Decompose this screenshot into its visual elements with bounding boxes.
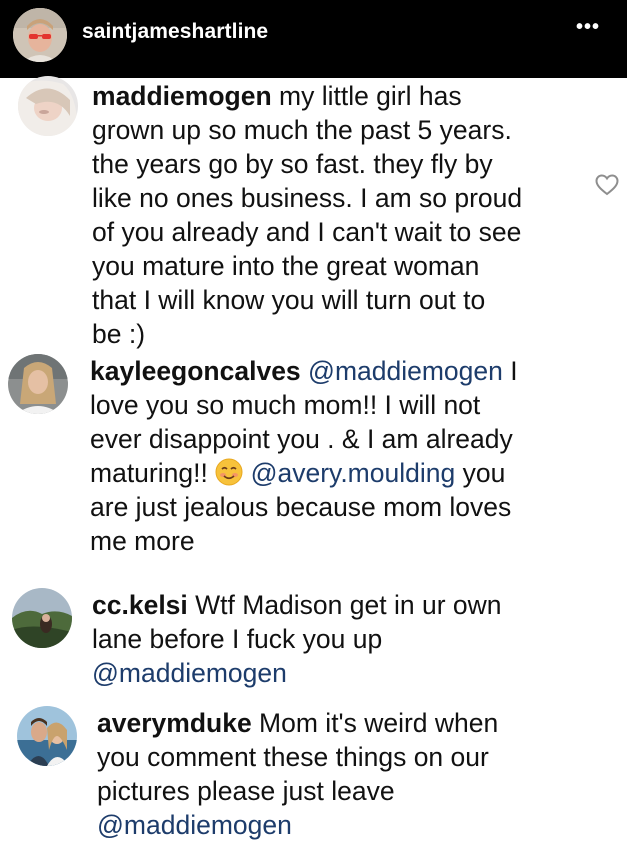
comment-text: kayleegoncalves @maddiemogen I love you … (90, 354, 620, 558)
comment-text-segment: you (455, 458, 506, 488)
comment-text-segment: I (502, 356, 518, 386)
comment-line: grown up so much the past 5 years. (92, 115, 512, 145)
comment-line: lane before I fuck you up (92, 624, 383, 654)
commenter-avatar[interactable] (12, 588, 72, 648)
poster-username[interactable]: saintjameshartline (82, 20, 268, 44)
comment-line: me more (90, 526, 195, 556)
more-options-icon[interactable]: ••• (576, 16, 600, 39)
comment-line: that I will know you will turn out to (92, 285, 486, 315)
commenter-avatar[interactable] (17, 706, 77, 766)
poster-avatar[interactable] (13, 8, 67, 62)
comment-line: like no ones business. I am so proud (92, 183, 523, 213)
commenter-avatar[interactable] (18, 76, 78, 136)
comment-line: be :) (92, 319, 146, 349)
comment-line: averymduke Mom it's weird when (97, 706, 617, 740)
comment-line: you comment these things on our (97, 742, 489, 772)
comment-line: pictures please just leave (97, 776, 395, 806)
comment-text-segment: my little girl has (271, 81, 462, 111)
comment-line: are just jealous because mom loves (90, 492, 512, 522)
comment-username[interactable]: maddiemogen (92, 81, 272, 111)
comment-line: @maddiemogen (92, 656, 612, 690)
comment-line: maddiemogen my little girl has (92, 79, 592, 113)
comment-text-segment: Wtf Madison get in ur own (187, 590, 502, 620)
comment-text: averymduke Mom it's weird when you comme… (97, 706, 617, 842)
comment-line: kayleegoncalves @maddiemogen I (90, 354, 620, 388)
comment-line: cc.kelsi Wtf Madison get in ur own (92, 588, 612, 622)
comment-username[interactable]: kayleegoncalves (90, 356, 301, 386)
comments-panel: maddiemogen my little girl has grown up … (0, 76, 627, 853)
comment-username[interactable]: cc.kelsi (92, 590, 188, 620)
comment-text-segment: Mom it's weird when (251, 708, 499, 738)
comment-line: ever disappoint you . & I am already (90, 424, 513, 454)
comment-line: of you already and I can't wait to see (92, 217, 522, 247)
comment-username[interactable]: averymduke (97, 708, 252, 738)
commenter-avatar[interactable] (8, 354, 68, 414)
like-heart-icon[interactable] (595, 174, 619, 196)
comment-line: @maddiemogen (97, 808, 617, 842)
comment-line: love you so much mom!! I will not (90, 390, 481, 420)
post-header: saintjameshartline ••• (0, 0, 627, 80)
mention-link[interactable]: @maddiemogen (97, 810, 292, 840)
comment-text-segment: maturing!! (90, 458, 216, 488)
comment-line: the years go by so fast. they fly by (92, 149, 493, 179)
mention-link[interactable]: @avery.moulding (251, 458, 456, 488)
comment-line: you mature into the great woman (92, 251, 480, 281)
comment-text: cc.kelsi Wtf Madison get in ur own lane … (92, 588, 612, 690)
smiling-face-emoji-icon (215, 458, 243, 486)
mention-link[interactable]: @maddiemogen (308, 356, 503, 386)
comment-text: maddiemogen my little girl has grown up … (92, 79, 592, 351)
comment-line: maturing!! @avery.moulding you (90, 456, 620, 490)
mention-link[interactable]: @maddiemogen (92, 658, 287, 688)
